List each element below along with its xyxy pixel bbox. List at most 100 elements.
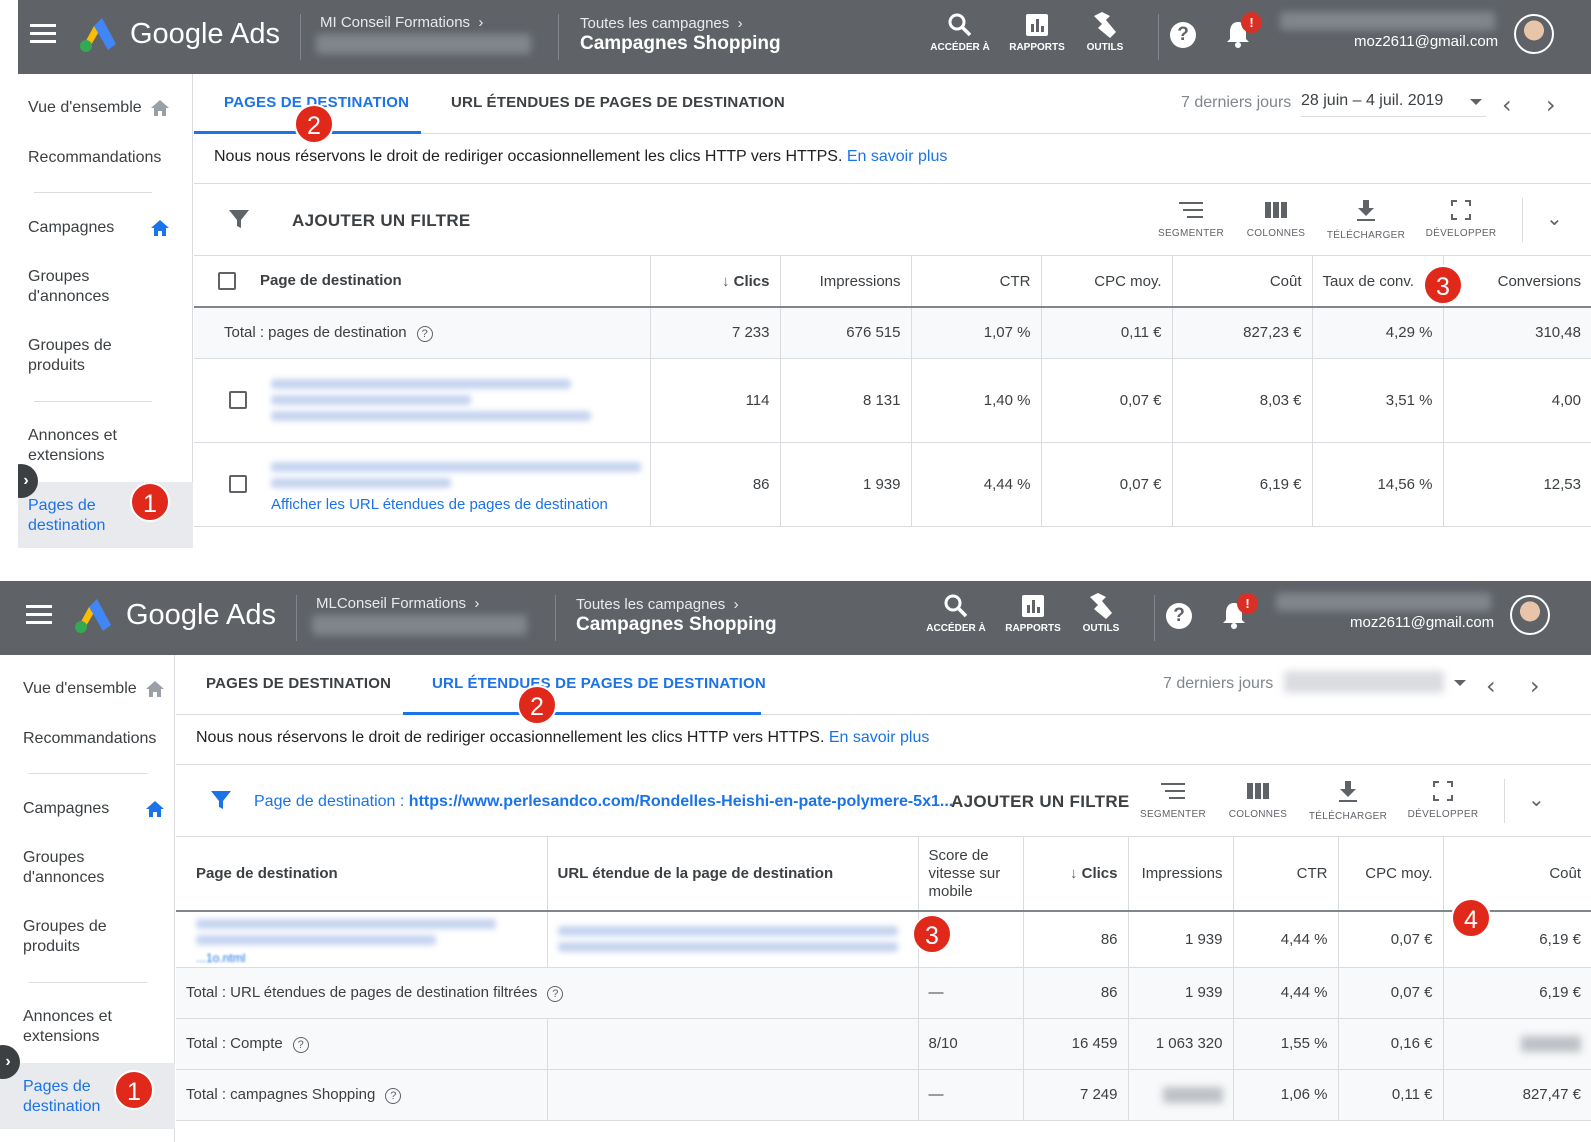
goto-button[interactable]: ACCÉDER À (921, 593, 991, 634)
tools-button[interactable]: OUTILS (1070, 12, 1140, 53)
total-label: Total : pages de destination (224, 323, 407, 341)
table-header-row: Page de destination ↓ Clics Impressions … (194, 256, 1591, 308)
chevron-left-icon[interactable]: ‹ (1486, 672, 1496, 700)
tab-expanded-urls[interactable]: URL ÉTENDUES DE PAGES DE DESTINATION (432, 675, 766, 692)
download-button[interactable]: TÉLÉCHARGER (1308, 781, 1388, 822)
sidebar-item-ad-groups[interactable]: Groupes d'annonces (28, 267, 148, 307)
filter-icon[interactable] (228, 208, 250, 230)
column-header-ctr[interactable]: CTR (1233, 837, 1339, 912)
column-header-impressions[interactable]: Impressions (1128, 837, 1234, 912)
column-header-landing-page[interactable]: Page de destination (194, 256, 651, 308)
column-header-expanded-url[interactable]: URL étendue de la page de destination (547, 837, 919, 912)
sidebar-item-product-groups[interactable]: Groupes de produits (28, 336, 128, 376)
blurred-url[interactable] (271, 373, 641, 427)
chevron-down-icon[interactable] (1454, 680, 1466, 686)
tools-button[interactable]: OUTILS (1066, 593, 1136, 634)
column-header-avg-cpc[interactable]: CPC moy. (1041, 256, 1173, 308)
row-checkbox[interactable] (229, 391, 247, 409)
account-name[interactable]: MLConseil Formations › (316, 595, 479, 612)
download-button[interactable]: TÉLÉCHARGER (1326, 200, 1406, 241)
chevron-down-icon[interactable]: ⌄ (1546, 206, 1563, 230)
sidebar-item-overview[interactable]: Vue d'ensemble (28, 98, 142, 118)
show-expanded-urls-link[interactable]: Afficher les URL étendues de pages de de… (271, 496, 651, 513)
learn-more-link[interactable]: En savoir plus (829, 729, 930, 746)
column-header-ctr[interactable]: CTR (911, 256, 1042, 308)
segment-button[interactable]: SEGMENTER (1151, 200, 1231, 239)
sidebar-item-campaigns[interactable]: Campagnes (28, 218, 114, 238)
sidebar-item-recommendations[interactable]: Recommandations (28, 148, 161, 168)
date-range-blurred[interactable] (1284, 671, 1444, 693)
sidebar-item-product-groups[interactable]: Groupes de produits (23, 917, 123, 957)
chevron-down-icon[interactable]: ⌄ (1528, 787, 1545, 811)
help-icon[interactable]: ? (416, 325, 433, 342)
tab-landing-pages[interactable]: PAGES DE DESTINATION (206, 675, 391, 692)
column-header-cost[interactable]: Coût (1172, 256, 1313, 308)
tab-expanded-urls[interactable]: URL ÉTENDUES DE PAGES DE DESTINATION (451, 94, 785, 111)
help-icon[interactable]: ? (292, 1036, 309, 1053)
breadcrumb-all-campaigns[interactable]: Toutes les campagnes › (580, 15, 743, 32)
chevron-left-icon[interactable]: ‹ (1502, 91, 1512, 119)
menu-icon[interactable] (30, 24, 56, 44)
sidebar-item-landing-pages[interactable]: Pages de destination (23, 1077, 123, 1117)
row-avg-cpc: 0,07 € (1041, 442, 1173, 527)
sidebar-item-campaigns[interactable]: Campagnes (23, 799, 109, 819)
sidebar-item-overview[interactable]: Vue d'ensemble (23, 679, 137, 699)
row-clicks: 86 (650, 442, 781, 527)
user-email[interactable]: moz2611@gmail.com (1350, 614, 1494, 631)
avatar[interactable] (1510, 595, 1550, 635)
segment-button[interactable]: SEGMENTER (1133, 781, 1213, 820)
column-header-mobile-speed[interactable]: Score de vitesse sur mobile (918, 837, 1024, 912)
table-row[interactable]: 114 8 131 1,40 % 0,07 € 8,03 € 3,51 % 4,… (194, 358, 1591, 443)
annotation-badge-3: 3 (912, 914, 952, 954)
add-filter-button[interactable]: AJOUTER UN FILTRE (951, 792, 1130, 812)
help-icon[interactable]: ? (1166, 603, 1192, 629)
help-icon[interactable]: ? (1170, 22, 1196, 48)
row-ctr: 4,44 % (1233, 911, 1339, 968)
column-header-conversions[interactable]: Conversions (1443, 256, 1591, 308)
total-impressions: 676 515 (780, 307, 912, 359)
column-header-clicks[interactable]: ↓ Clics (650, 256, 781, 308)
reports-button[interactable]: RAPPORTS (1002, 12, 1072, 53)
columns-button[interactable]: COLONNES (1236, 200, 1316, 239)
add-filter-button[interactable]: AJOUTER UN FILTRE (292, 211, 471, 231)
sidebar-item-ad-groups[interactable]: Groupes d'annonces (23, 848, 143, 888)
sidebar-item-recommendations[interactable]: Recommandations (23, 729, 156, 749)
sidebar-item-landing-pages[interactable]: Pages de destination (28, 496, 128, 536)
avatar[interactable] (1514, 14, 1554, 54)
date-range-picker[interactable]: 28 juin – 4 juil. 2019 (1301, 92, 1486, 117)
date-range-label: 7 derniers jours (1163, 675, 1274, 692)
column-header-avg-cpc[interactable]: CPC moy. (1338, 837, 1444, 912)
column-header-landing-page[interactable]: Page de destination (176, 837, 548, 912)
help-icon[interactable]: ? (547, 985, 564, 1002)
account-name[interactable]: MI Conseil Formations › (320, 14, 483, 31)
expand-button[interactable]: DÉVELOPPER (1403, 781, 1483, 820)
help-icon[interactable]: ? (385, 1087, 402, 1104)
row-checkbox[interactable] (229, 475, 247, 493)
chevron-down-icon[interactable] (1470, 99, 1482, 105)
reports-button[interactable]: RAPPORTS (998, 593, 1068, 634)
expand-button[interactable]: DÉVELOPPER (1421, 200, 1501, 239)
columns-button[interactable]: COLONNES (1218, 781, 1298, 820)
goto-button[interactable]: ACCÉDER À (925, 12, 995, 53)
landing-pages-table: Page de destination ↓ Clics Impressions … (194, 256, 1591, 527)
sidebar-item-ads-extensions[interactable]: Annonces et extensions (28, 426, 138, 466)
filter-icon[interactable] (210, 789, 232, 811)
menu-icon[interactable] (26, 605, 52, 625)
sidebar: Vue d'ensemble Recommandations Campagnes… (0, 655, 175, 1142)
column-header-clicks[interactable]: ↓ Clics (1023, 837, 1129, 912)
total-impressions-blurred (1128, 1069, 1234, 1121)
fullscreen-icon (1433, 781, 1453, 801)
active-filter-chip[interactable]: Page de destination : https://www.perles… (254, 793, 953, 811)
url-fragment[interactable]: ...1o.ntml (196, 951, 537, 965)
table-row[interactable]: ...1o.ntml 86 1 939 4,44 % 0,07 € 6,19 € (176, 911, 1591, 968)
breadcrumb-all-campaigns[interactable]: Toutes les campagnes › (576, 596, 739, 613)
column-header-impressions[interactable]: Impressions (780, 256, 912, 308)
learn-more-link[interactable]: En savoir plus (847, 148, 948, 165)
wrench-icon (1094, 12, 1116, 38)
sidebar-item-ads-extensions[interactable]: Annonces et extensions (23, 1007, 133, 1047)
user-email[interactable]: moz2611@gmail.com (1354, 33, 1498, 50)
chevron-right-icon[interactable]: › (1530, 672, 1540, 700)
table-row[interactable]: Afficher les URL étendues de pages de de… (194, 442, 1591, 527)
chevron-right-icon[interactable]: › (1546, 91, 1556, 119)
select-all-checkbox[interactable] (218, 272, 236, 291)
